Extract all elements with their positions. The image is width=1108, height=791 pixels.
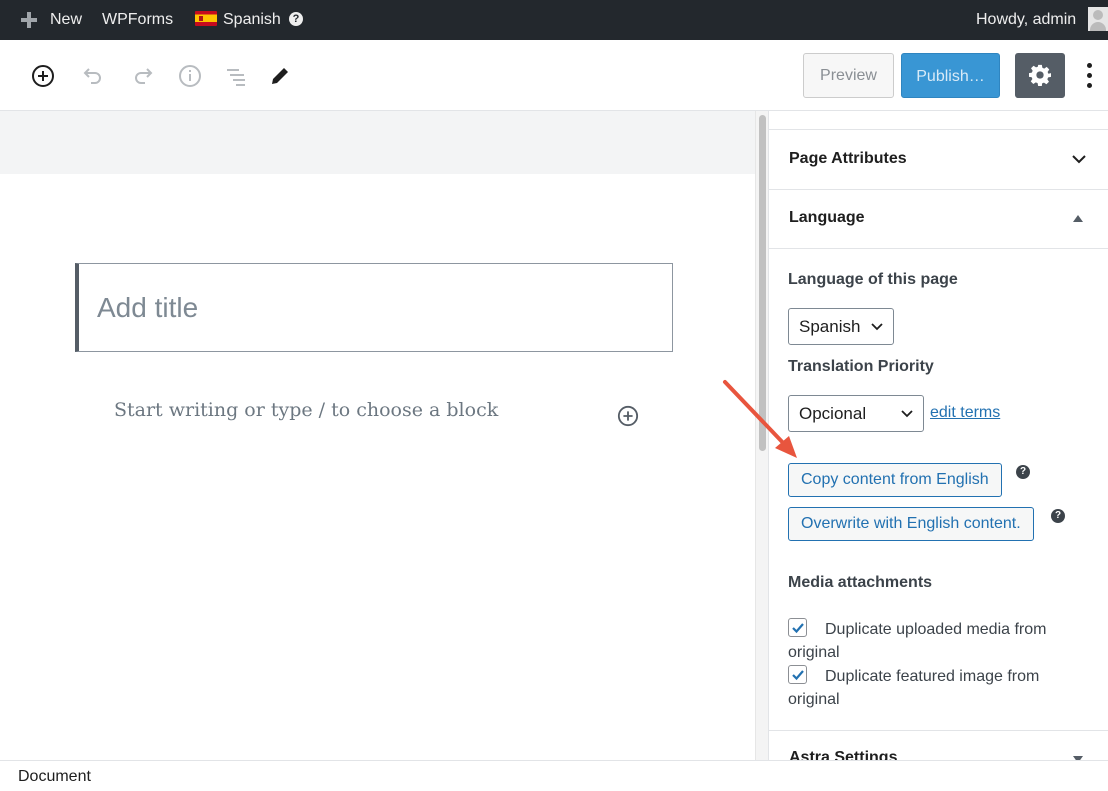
chevron-down-icon xyxy=(1072,155,1086,164)
settings-button[interactable] xyxy=(1015,53,1065,98)
wpforms-menu[interactable]: WPForms xyxy=(102,0,173,40)
checkbox[interactable] xyxy=(788,665,807,684)
scrollbar-thumb[interactable] xyxy=(759,115,766,451)
checkbox-row[interactable]: Duplicate featured image from original xyxy=(788,665,1088,711)
preview-button[interactable]: Preview xyxy=(803,53,894,98)
panel-page-attributes[interactable]: Page Attributes xyxy=(769,130,1108,190)
canvas-scrollbar[interactable] xyxy=(755,111,769,760)
canvas-top-band xyxy=(0,111,755,174)
editor-canvas: Add title Start writing or type / to cho… xyxy=(0,111,755,760)
gear-icon xyxy=(1029,64,1051,86)
overwrite-content-button[interactable]: Overwrite with English content. xyxy=(788,507,1034,541)
new-menu[interactable]: New xyxy=(50,0,82,40)
checkbox-label: Duplicate featured image from original xyxy=(788,668,1040,708)
priority-select[interactable]: Opcional xyxy=(788,395,924,432)
language-select-value: Spanish xyxy=(799,317,861,336)
edit-tools-icon[interactable] xyxy=(268,64,292,88)
help-icon[interactable]: ? xyxy=(1016,465,1030,479)
spain-flag-icon[interactable] xyxy=(195,11,217,26)
add-block-icon[interactable] xyxy=(31,64,55,88)
block-breadcrumb-bar: Document xyxy=(0,760,1108,791)
checkbox[interactable] xyxy=(788,618,807,637)
priority-select-value: Opcional xyxy=(799,404,867,423)
media-attachments-heading: Media attachments xyxy=(788,574,933,591)
title-field[interactable]: Add title xyxy=(75,263,673,352)
collapse-triangle-icon xyxy=(1073,215,1083,222)
undo-icon[interactable] xyxy=(81,64,105,88)
translation-priority-label: Translation Priority xyxy=(788,358,934,375)
outline-icon[interactable] xyxy=(224,64,248,88)
language-of-page-label: Language of this page xyxy=(788,271,958,288)
more-vertical-icon[interactable] xyxy=(1082,62,1098,90)
panel-divider xyxy=(769,111,1108,130)
publish-button[interactable]: Publish… xyxy=(901,53,1000,98)
admin-bar: New WPForms Spanish ? Howdy, admin xyxy=(0,0,1108,40)
chevron-down-icon xyxy=(871,323,883,331)
title-placeholder: Add title xyxy=(97,292,199,323)
panel-title: Language xyxy=(789,209,865,226)
checkmark-icon xyxy=(792,670,804,681)
inline-add-block-icon[interactable] xyxy=(617,405,639,427)
editor-toolbar: Preview Publish… xyxy=(0,40,1108,111)
checkbox-row[interactable]: Duplicate uploaded media from original xyxy=(788,618,1088,664)
checkmark-icon xyxy=(792,623,804,634)
language-select[interactable]: Spanish xyxy=(788,308,894,345)
panel-title: Page Attributes xyxy=(789,150,907,167)
help-icon[interactable]: ? xyxy=(1051,509,1065,523)
copy-content-button[interactable]: Copy content from English xyxy=(788,463,1002,497)
redo-icon[interactable] xyxy=(131,64,155,88)
breadcrumb[interactable]: Document xyxy=(18,768,91,786)
panel-language[interactable]: Language xyxy=(769,189,1108,249)
avatar-icon[interactable] xyxy=(1088,7,1108,31)
settings-sidebar: Page Attributes Language Language of thi… xyxy=(769,111,1108,760)
help-icon[interactable]: ? xyxy=(289,12,303,26)
account-greeting[interactable]: Howdy, admin xyxy=(976,0,1076,40)
panel-divider xyxy=(769,730,1108,731)
edit-terms-link[interactable]: edit terms xyxy=(930,404,1000,422)
block-placeholder[interactable]: Start writing or type / to choose a bloc… xyxy=(114,399,498,421)
checkbox-label: Duplicate uploaded media from original xyxy=(788,621,1047,661)
info-icon[interactable] xyxy=(178,64,202,88)
plus-icon[interactable] xyxy=(21,12,37,28)
panel-astra-settings[interactable]: Astra Settings xyxy=(789,749,897,760)
chevron-down-icon xyxy=(901,410,913,418)
language-switcher[interactable]: Spanish xyxy=(223,0,281,40)
